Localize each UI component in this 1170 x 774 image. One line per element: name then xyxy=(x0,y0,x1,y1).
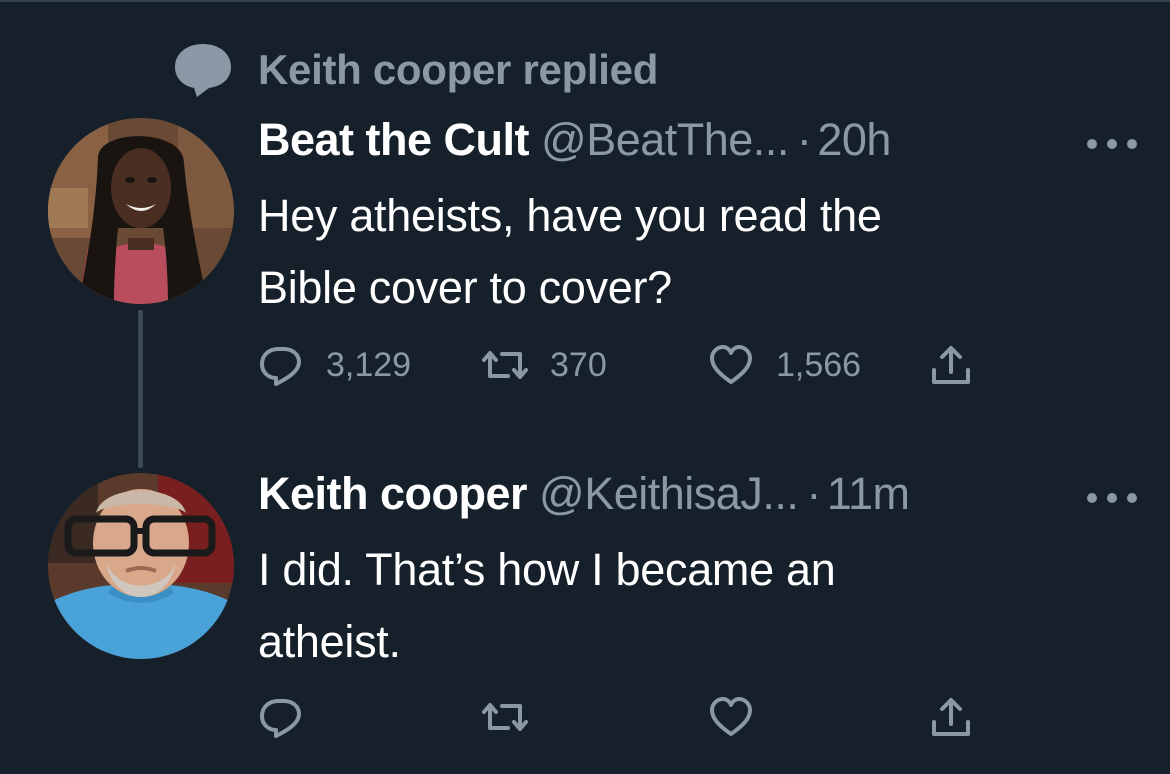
retweet-button[interactable] xyxy=(482,694,528,740)
tweet-text-line: I did. That’s how I became an xyxy=(258,544,836,595)
reply-icon xyxy=(260,347,301,386)
user-handle[interactable]: @KeithisaJ... xyxy=(539,468,799,520)
retweet-button[interactable]: 370 xyxy=(482,342,607,388)
display-name[interactable]: Keith cooper xyxy=(258,468,528,520)
tweet-actions xyxy=(258,694,978,754)
ellipsis-icon xyxy=(1087,139,1137,149)
avatar-beat-the-cult[interactable] xyxy=(48,118,234,304)
dot-separator: · xyxy=(796,114,812,165)
tweet-text-line: Hey atheists, have you read the xyxy=(258,190,882,241)
like-button[interactable] xyxy=(708,694,754,740)
speech-bubble-icon xyxy=(175,44,231,97)
display-name[interactable]: Beat the Cult xyxy=(258,114,530,166)
tweet-text: Hey atheists, have you read the Bible co… xyxy=(258,180,1138,324)
share-button[interactable] xyxy=(928,694,974,740)
tweet-reply[interactable]: Keith cooper @KeithisaJ... · 11m I did. … xyxy=(258,468,1138,678)
tweet-header: Beat the Cult @BeatThe... · 20h xyxy=(258,114,1138,176)
reply-context-text: Keith cooper replied xyxy=(258,46,659,93)
avatar-photo xyxy=(48,473,234,659)
heart-icon xyxy=(710,345,752,384)
thread-connector-line xyxy=(138,310,143,468)
avatar-photo xyxy=(48,118,234,304)
like-button[interactable]: 1,566 xyxy=(708,342,861,388)
tweet-text-line: atheist. xyxy=(258,616,401,667)
reply-button[interactable]: 3,129 xyxy=(258,342,411,388)
avatar-keith-cooper[interactable] xyxy=(48,473,234,659)
retweet-count: 370 xyxy=(550,345,607,384)
tweet-header: Keith cooper @KeithisaJ... · 11m xyxy=(258,468,1138,530)
tweet-text: I did. That’s how I became an atheist. xyxy=(258,534,1138,678)
more-options-button[interactable] xyxy=(1074,478,1138,518)
timestamp[interactable]: 11m xyxy=(827,468,910,520)
top-divider xyxy=(0,0,1170,2)
tweet-actions: 3,129 370 1,566 xyxy=(258,342,978,402)
user-handle[interactable]: @BeatThe... xyxy=(541,114,789,166)
tweet-original[interactable]: Beat the Cult @BeatThe... · 20h Hey athe… xyxy=(258,114,1138,324)
share-icon xyxy=(932,698,970,736)
more-options-button[interactable] xyxy=(1074,124,1138,164)
ellipsis-icon xyxy=(1087,493,1137,503)
retweet-icon xyxy=(482,351,528,379)
share-button[interactable] xyxy=(928,342,974,388)
heart-icon xyxy=(710,697,752,736)
like-count: 1,566 xyxy=(776,345,862,384)
tweet-text-line: Bible cover to cover? xyxy=(258,262,672,313)
reply-button[interactable] xyxy=(258,694,304,740)
timestamp[interactable]: 20h xyxy=(817,114,891,166)
reply-icon xyxy=(260,699,301,738)
retweet-icon xyxy=(482,703,528,731)
reply-context: Keith cooper replied xyxy=(172,40,658,100)
share-icon xyxy=(932,346,970,384)
reply-count: 3,129 xyxy=(326,345,412,384)
dot-separator: · xyxy=(806,468,821,519)
